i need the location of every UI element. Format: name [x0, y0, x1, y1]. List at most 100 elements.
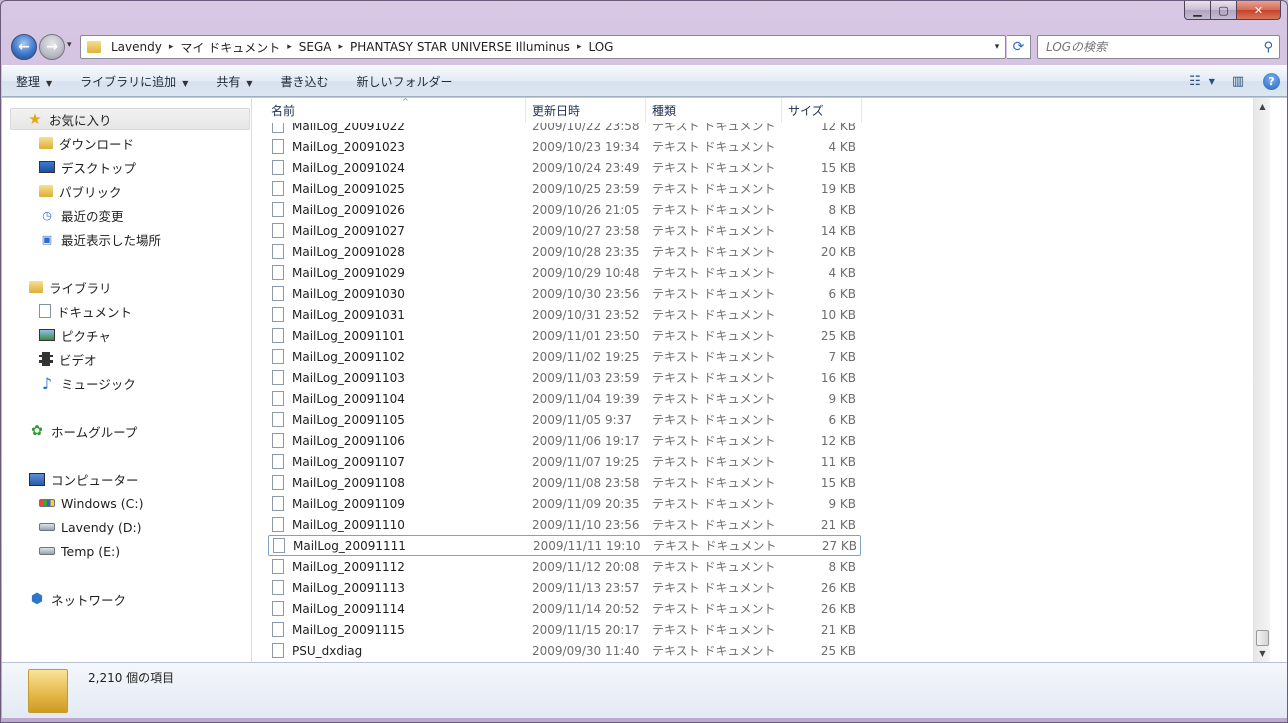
minimize-button[interactable]: ▁ [1184, 1, 1211, 20]
address-bar[interactable]: Lavendy ▸ マイ ドキュメント ▸ SEGA ▸ PHANTASY ST… [80, 35, 1006, 59]
breadcrumb-item[interactable]: PHANTASY STAR UNIVERSE Illuminus [346, 40, 574, 54]
preview-pane-icon: ▥ [1231, 73, 1245, 89]
breadcrumb-item[interactable]: SEGA [295, 40, 336, 54]
file-row[interactable]: MailLog_20091114 2009/11/14 20:52 テキスト ドキュ… [268, 598, 861, 619]
homegroup-icon: ✿ [31, 423, 43, 439]
breadcrumb-item[interactable]: マイ ドキュメント [176, 39, 284, 56]
back-button[interactable]: ← [11, 34, 37, 60]
file-name: MailLog_20091030 [292, 286, 405, 301]
column-header-name[interactable]: 名前 ^ [265, 98, 526, 123]
scroll-up-button[interactable]: ▲ [1255, 98, 1270, 115]
file-row[interactable]: MailLog_20091023 2009/10/23 19:34 テキスト ドキュ… [268, 136, 861, 157]
sidebar-item-libraries[interactable]: ライブラリ [29, 276, 112, 298]
burn-button[interactable]: 書き込む [267, 73, 343, 90]
file-row[interactable]: MailLog_20091030 2009/10/30 23:56 テキスト ドキュ… [268, 283, 861, 304]
sidebar-item-favorites[interactable]: ★ お気に入り [10, 108, 250, 130]
file-row[interactable]: MailLog_20091026 2009/10/26 21:05 テキスト ドキュ… [268, 199, 861, 220]
vertical-scrollbar[interactable]: ▲ ▼ [1253, 98, 1270, 662]
file-row[interactable]: MailLog_20091102 2009/11/02 19:25 テキスト ドキュ… [268, 346, 861, 367]
file-row[interactable]: MailLog_20091113 2009/11/13 23:57 テキスト ドキュ… [268, 577, 861, 598]
dropdown-arrow-icon: ▼ [246, 78, 253, 88]
file-row[interactable]: MailLog_20091105 2009/11/05 9:37 テキスト ドキュメ… [268, 409, 861, 430]
sidebar-item-label: デスクトップ [61, 160, 137, 176]
sort-ascending-icon: ^ [402, 98, 409, 106]
file-row[interactable]: MailLog_20091111 2009/11/11 19:10 テキスト ドキュ… [268, 535, 861, 556]
maximize-button[interactable]: ▢ [1211, 1, 1237, 20]
help-button[interactable]: ? [1263, 72, 1280, 90]
sidebar-item-videos[interactable]: ビデオ [39, 348, 97, 370]
file-row[interactable]: MailLog_20091104 2009/11/04 19:39 テキスト ドキュ… [268, 388, 861, 409]
file-row[interactable]: MailLog_20091115 2009/11/15 20:17 テキスト ドキュ… [268, 619, 861, 640]
sidebar-item-computer[interactable]: コンピューター [29, 468, 139, 490]
sidebar-item-drive-e[interactable]: Temp (E:) [39, 540, 120, 562]
breadcrumb-item[interactable]: Lavendy [107, 40, 166, 54]
file-size: 8 KB [828, 559, 856, 574]
sidebar-item-drive-c[interactable]: Windows (C:) [39, 492, 143, 514]
file-row[interactable]: MailLog_20091108 2009/11/08 23:58 テキスト ドキュ… [268, 472, 861, 493]
file-row[interactable]: MailLog_20091025 2009/10/25 23:59 テキスト ドキュ… [268, 178, 861, 199]
sidebar-item-recent-places[interactable]: ▣ 最近表示した場所 [39, 228, 161, 250]
share-button[interactable]: 共有 ▼ [202, 73, 266, 90]
add-to-library-button[interactable]: ライブラリに追加 ▼ [66, 73, 202, 90]
file-size: 10 KB [820, 307, 856, 322]
breadcrumb-separator[interactable]: ▸ [284, 42, 295, 52]
text-file-icon [272, 286, 284, 301]
file-row[interactable]: MailLog_20091027 2009/10/27 23:58 テキスト ドキュ… [268, 220, 861, 241]
refresh-button[interactable]: ⟳ [1007, 35, 1031, 59]
breadcrumb-separator[interactable]: ▸ [574, 42, 585, 52]
sidebar-item-pictures[interactable]: ピクチャ [39, 324, 111, 346]
change-view-button[interactable]: ☷ ▼ [1189, 71, 1215, 91]
address-dropdown-button[interactable]: ▾ [989, 42, 1005, 52]
sidebar-item-homegroup[interactable]: ✿ ホームグループ [29, 420, 137, 442]
close-button[interactable]: ✕ [1237, 1, 1281, 20]
file-size: 4 KB [828, 139, 856, 154]
file-type: テキスト ドキュメント [652, 329, 776, 343]
breadcrumb-separator[interactable]: ▸ [335, 42, 346, 52]
file-row[interactable]: MailLog_20091112 2009/11/12 20:08 テキスト ドキュ… [268, 556, 861, 577]
file-row[interactable]: MailLog_20091031 2009/10/31 23:52 テキスト ドキュ… [268, 304, 861, 325]
sidebar-item-documents[interactable]: ドキュメント [39, 300, 132, 322]
file-size: 12 KB [820, 123, 856, 133]
star-icon: ★ [28, 110, 42, 128]
file-row[interactable]: MailLog_20091103 2009/11/03 23:59 テキスト ドキュ… [268, 367, 861, 388]
search-input[interactable] [1046, 40, 1246, 54]
file-list-pane: 名前 ^ 更新日時 種類 サイズ MailLog_20091022 2009/10… [253, 98, 1270, 662]
column-header-date[interactable]: 更新日時 [526, 98, 646, 123]
file-row[interactable]: MailLog_20091024 2009/10/24 23:49 テキスト ドキュ… [268, 157, 861, 178]
library-icon [29, 281, 43, 293]
new-folder-button[interactable]: 新しいフォルダー [343, 73, 467, 90]
file-date: 2009/10/22 23:58 [532, 123, 640, 133]
file-row[interactable]: MailLog_20091109 2009/11/09 20:35 テキスト ドキュ… [268, 493, 861, 514]
file-row[interactable]: PSU_dxdiag 2009/09/30 11:40 テキスト ドキュメント 25 … [268, 640, 861, 661]
sidebar-item-public[interactable]: パブリック [39, 180, 122, 202]
preview-pane-button[interactable]: ▥ [1227, 71, 1249, 91]
file-row[interactable]: MailLog_20091022 2009/10/22 23:58 テキスト ドキュ… [268, 123, 861, 136]
file-row[interactable]: MailLog_20091107 2009/11/07 19:25 テキスト ドキュ… [268, 451, 861, 472]
file-row[interactable]: MailLog_20091029 2009/10/29 10:48 テキスト ドキュ… [268, 262, 861, 283]
recent-pages-dropdown[interactable]: ▾ [67, 40, 72, 50]
sidebar-item-drive-d[interactable]: Lavendy (D:) [39, 516, 142, 538]
sidebar-item-music[interactable]: ♪ ミュージック [39, 372, 136, 394]
file-row[interactable]: MailLog_20091101 2009/11/01 23:50 テキスト ドキュ… [268, 325, 861, 346]
file-date: 2009/11/12 20:08 [532, 559, 640, 574]
breadcrumb-separator[interactable]: ▸ [166, 42, 177, 52]
network-icon: ⬢ [30, 591, 44, 607]
search-box[interactable]: ⚲ [1037, 35, 1280, 59]
sidebar-item-recent-changes[interactable]: ◷ 最近の変更 [39, 204, 123, 226]
search-icon[interactable]: ⚲ [1263, 40, 1273, 55]
file-type: テキスト ドキュメント [652, 497, 776, 511]
sidebar-item-desktop[interactable]: デスクトップ [39, 156, 136, 178]
scroll-down-button[interactable]: ▼ [1255, 645, 1270, 662]
file-row[interactable]: MailLog_20091106 2009/11/06 19:17 テキスト ドキュ… [268, 430, 861, 451]
sidebar-item-network[interactable]: ⬢ ネットワーク [29, 588, 126, 610]
forward-button[interactable]: → [39, 34, 65, 60]
dropdown-arrow-icon: ▼ [46, 78, 53, 88]
breadcrumb-item[interactable]: LOG [584, 40, 617, 54]
scrollbar-thumb[interactable] [1256, 630, 1269, 646]
sidebar-item-downloads[interactable]: ダウンロード [39, 132, 134, 154]
file-row[interactable]: MailLog_20091028 2009/10/28 23:35 テキスト ドキュ… [268, 241, 861, 262]
column-header-size[interactable]: サイズ [782, 98, 862, 123]
column-header-type[interactable]: 種類 [646, 98, 782, 123]
file-row[interactable]: MailLog_20091110 2009/11/10 23:56 テキスト ドキュ… [268, 514, 861, 535]
organize-button[interactable]: 整理 ▼ [2, 73, 66, 90]
